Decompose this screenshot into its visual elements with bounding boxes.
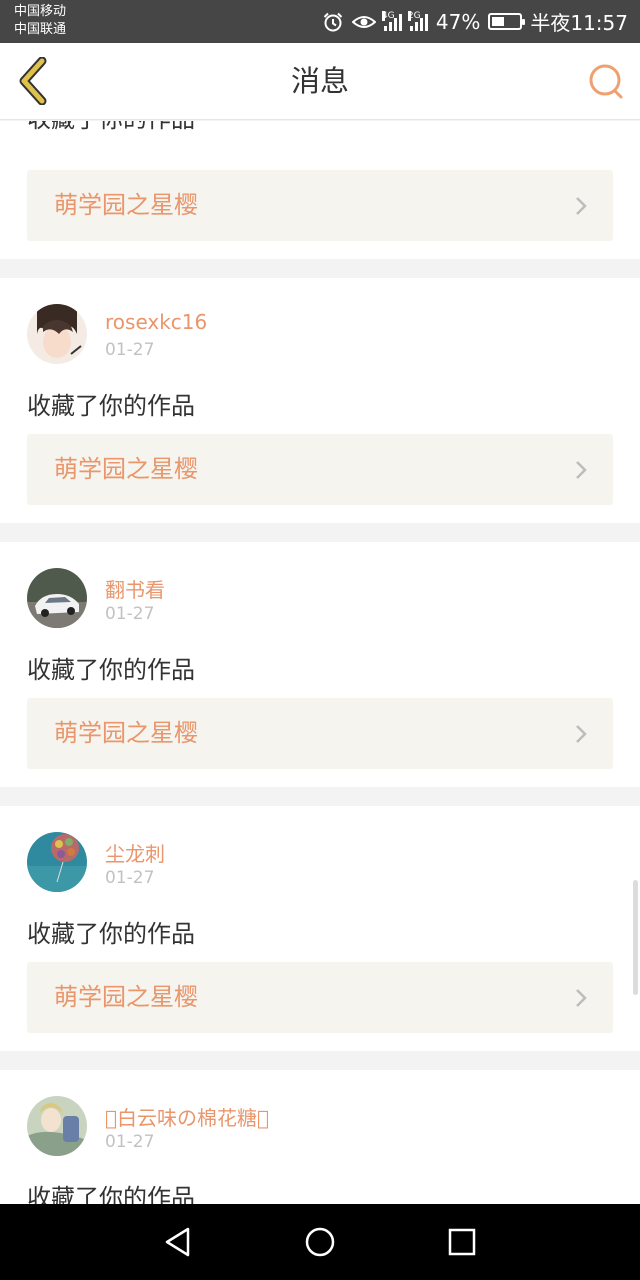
message-date: 01-27 <box>105 868 155 888</box>
system-nav-bar <box>0 1204 640 1280</box>
message-card: 尘龙刺 01-27 收藏了你的作品 萌学园之星樱 <box>0 806 640 1051</box>
carrier-2: 中国联通 <box>14 22 67 37</box>
eye-icon <box>351 13 376 31</box>
recents-square-icon <box>448 1228 476 1256</box>
message-action-text: 收藏了你的作品 <box>27 392 195 420</box>
avatar[interactable] <box>27 1096 87 1156</box>
battery-icon <box>488 13 526 30</box>
message-card:  白云味の棉花糖  01-27 收藏了你的作品 <box>0 1070 640 1204</box>
search-icon <box>589 64 623 99</box>
signal-icon-4g: 4G <box>381 10 402 31</box>
avatar[interactable] <box>27 568 87 628</box>
username[interactable]:  白云味の棉花糖  <box>105 1102 269 1131</box>
title-bar: 消息 <box>0 43 640 120</box>
work-link[interactable]: 萌学园之星樱 <box>27 962 613 1033</box>
message-action-text: 收藏了你的作品 <box>27 656 195 684</box>
work-title: 萌学园之星樱 <box>54 455 198 483</box>
nav-recents-button[interactable] <box>442 1222 482 1262</box>
avatar[interactable] <box>27 832 87 892</box>
work-link[interactable]: 萌学园之星樱 <box>27 698 613 769</box>
page-title: 消息 <box>290 64 349 98</box>
message-card: 收藏了你的作品 萌学园之星樱 <box>0 121 640 259</box>
search-button[interactable] <box>586 61 626 101</box>
battery-percent: 47% <box>435 9 481 34</box>
chevron-right-icon <box>576 197 587 215</box>
message-card: rosexkc16 01-27 收藏了你的作品 萌学园之星樱 <box>0 278 640 523</box>
status-bar: 中国移动 中国联通 4G 2G 47% 半夜11:57 <box>0 0 640 43</box>
message-date: 01-27 <box>105 1132 155 1152</box>
chevron-right-icon <box>576 461 587 479</box>
chevron-right-icon <box>576 989 587 1007</box>
back-triangle-icon <box>165 1227 190 1257</box>
network-4g-label: 4G <box>381 10 395 21</box>
username[interactable]: rosexkc16 <box>105 310 207 334</box>
carrier-info: 中国移动 中国联通 <box>14 3 66 39</box>
scrollbar[interactable] <box>633 880 638 995</box>
home-circle-icon <box>305 1227 335 1257</box>
network-2g-label: 2G <box>407 10 421 21</box>
chevron-left-icon <box>19 56 47 106</box>
nav-back-button[interactable] <box>158 1222 198 1262</box>
message-list[interactable]: 收藏了你的作品 萌学园之星樱 rosexkc16 01-27 收藏了你的作品 萌… <box>0 121 640 1204</box>
message-date: 01-27 <box>105 340 155 360</box>
chevron-right-icon <box>576 725 587 743</box>
work-title: 萌学园之星樱 <box>54 191 198 219</box>
work-title: 萌学园之星樱 <box>54 719 198 747</box>
signal-icon-2g: 2G <box>407 10 428 31</box>
status-icons: 4G 2G 47% 半夜11:57 <box>322 0 628 43</box>
message-card: 翻书看 01-27 收藏了你的作品 萌学园之星樱 <box>0 542 640 787</box>
message-date: 01-27 <box>105 604 155 624</box>
message-action-text: 收藏了你的作品 <box>27 1184 195 1204</box>
username[interactable]: 翻书看 <box>105 574 165 603</box>
message-action-text: 收藏了你的作品 <box>27 920 195 948</box>
back-button[interactable] <box>14 56 54 106</box>
avatar[interactable] <box>27 304 87 364</box>
nav-home-button[interactable] <box>300 1222 340 1262</box>
carrier-1: 中国移动 <box>14 4 67 19</box>
alarm-icon <box>322 11 344 33</box>
work-title: 萌学园之星樱 <box>54 983 198 1011</box>
work-link[interactable]: 萌学园之星樱 <box>27 170 613 241</box>
message-action-text: 收藏了你的作品 <box>27 121 195 134</box>
clock: 半夜11:57 <box>530 11 628 35</box>
work-link[interactable]: 萌学园之星樱 <box>27 434 613 505</box>
username[interactable]: 尘龙刺 <box>105 838 165 867</box>
